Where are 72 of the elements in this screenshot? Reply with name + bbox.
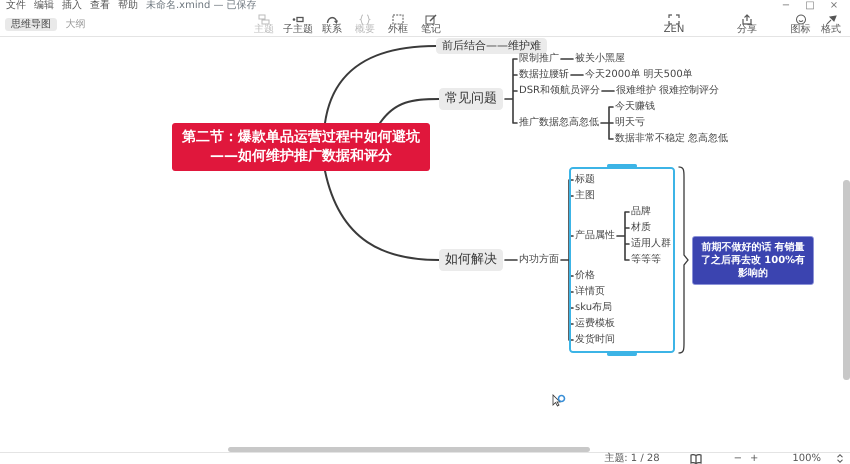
view-tab[interactable]: 思维导图	[5, 18, 57, 30]
menu-item[interactable]: 查看	[90, 0, 110, 12]
branch-line	[570, 74, 584, 76]
menu-item[interactable]: 编辑	[34, 0, 54, 12]
topic-node[interactable]: 今天赚钱	[615, 99, 655, 115]
topic-node[interactable]: 数据非常不稳定 忽高忽低	[615, 131, 728, 147]
topic-count: 主题: 1 / 28	[604, 452, 660, 464]
busy-cursor-icon	[552, 394, 566, 408]
branch-line	[600, 106, 614, 140]
branch-line	[560, 58, 574, 60]
topic-node[interactable]: 今天2000单 明天500单	[585, 67, 693, 83]
book-icon	[690, 453, 702, 464]
toolbar-button[interactable]: 格式	[817, 14, 845, 34]
topic-node[interactable]: 运费模板	[575, 316, 615, 332]
toolbar-button[interactable]: 分享	[733, 14, 761, 34]
note-pencil-icon	[425, 14, 437, 24]
topic-node[interactable]: 如何解决	[439, 249, 503, 271]
braces-icon	[359, 14, 371, 24]
branch-line	[616, 211, 630, 261]
topic-node[interactable]: sku布局	[575, 300, 612, 316]
horizontal-scrollbar-thumb[interactable]	[228, 447, 590, 452]
smiley-icon	[794, 14, 806, 24]
topic-node[interactable]: 价格	[575, 268, 595, 284]
document-title: 未命名.xmind — 已保存	[146, 0, 257, 12]
fullscreen-icon	[668, 14, 680, 24]
minimize-button[interactable]: −	[778, 0, 794, 12]
brush-icon	[825, 14, 837, 24]
toolbar-button[interactable]: 笔记	[417, 14, 445, 34]
topic-node[interactable]: 主图	[575, 188, 595, 204]
boundary-handle[interactable]	[607, 164, 637, 168]
topic-node[interactable]: 详情页	[575, 284, 605, 300]
topic-node[interactable]: 被关小黑屋	[575, 51, 625, 67]
zoom-level: 100%	[792, 452, 821, 464]
toolbar-button[interactable]: 子主题	[283, 14, 313, 34]
toolbar-button[interactable]: 图标	[786, 14, 814, 34]
topic-node[interactable]: 常见问题	[439, 88, 503, 110]
menu-item[interactable]: 帮助	[118, 0, 138, 12]
summary-topic[interactable]: 前期不做好的话 有销量了之后再去改 100%有影响的	[692, 236, 814, 284]
toolbar-button[interactable]: 外框	[384, 14, 412, 34]
topic-node[interactable]: 内功方面	[519, 252, 559, 268]
toolbar-button[interactable]: 联系	[318, 14, 346, 34]
branch-line	[504, 259, 518, 261]
topic-node[interactable]: 发货时间	[575, 332, 615, 348]
branch-line	[601, 90, 615, 92]
topic-node[interactable]: 品牌	[631, 204, 651, 220]
up-down-arrow-icon	[835, 453, 845, 464]
toolbar-button[interactable]: ZEN	[660, 14, 688, 34]
topic-node[interactable]: 材质	[631, 220, 651, 236]
topic-node[interactable]: 限制推广	[519, 51, 559, 67]
central-topic[interactable]: 第二节：爆款单品运营过程中如何避坑 ——如何维护推广数据和评分	[172, 123, 430, 171]
dashed-frame-icon	[392, 14, 404, 24]
zoom-out-button[interactable]: −	[730, 453, 746, 464]
topic-node[interactable]: 适用人群	[631, 236, 671, 252]
topic-node[interactable]: 很难维护 很难控制评分	[616, 83, 720, 99]
topic-node[interactable]: 数据拉腰斩	[519, 67, 569, 83]
share-icon	[741, 14, 753, 24]
topic-node[interactable]: 前后结合——维护难	[436, 38, 547, 54]
maximize-button[interactable]: □	[802, 0, 818, 12]
topic-node[interactable]: 推广数据忽高忽低	[519, 115, 599, 131]
branch-line	[504, 58, 518, 124]
topic-node[interactable]: 明天亏	[615, 115, 645, 131]
topic-node[interactable]: 标题	[575, 172, 595, 188]
topic-node[interactable]: 产品属性	[575, 228, 615, 244]
boundary-handle[interactable]	[607, 352, 637, 356]
zoom-in-button[interactable]: +	[746, 453, 762, 464]
vertical-scrollbar-thumb[interactable]	[843, 180, 850, 380]
topic-icon	[258, 14, 270, 24]
topic-node[interactable]: 等等等	[631, 252, 661, 268]
close-button[interactable]: ×	[826, 0, 842, 12]
menu-item[interactable]: 插入	[62, 0, 82, 12]
topic-node[interactable]: DSR和领航员评分	[519, 83, 600, 99]
boundary-frame[interactable]	[569, 167, 675, 353]
